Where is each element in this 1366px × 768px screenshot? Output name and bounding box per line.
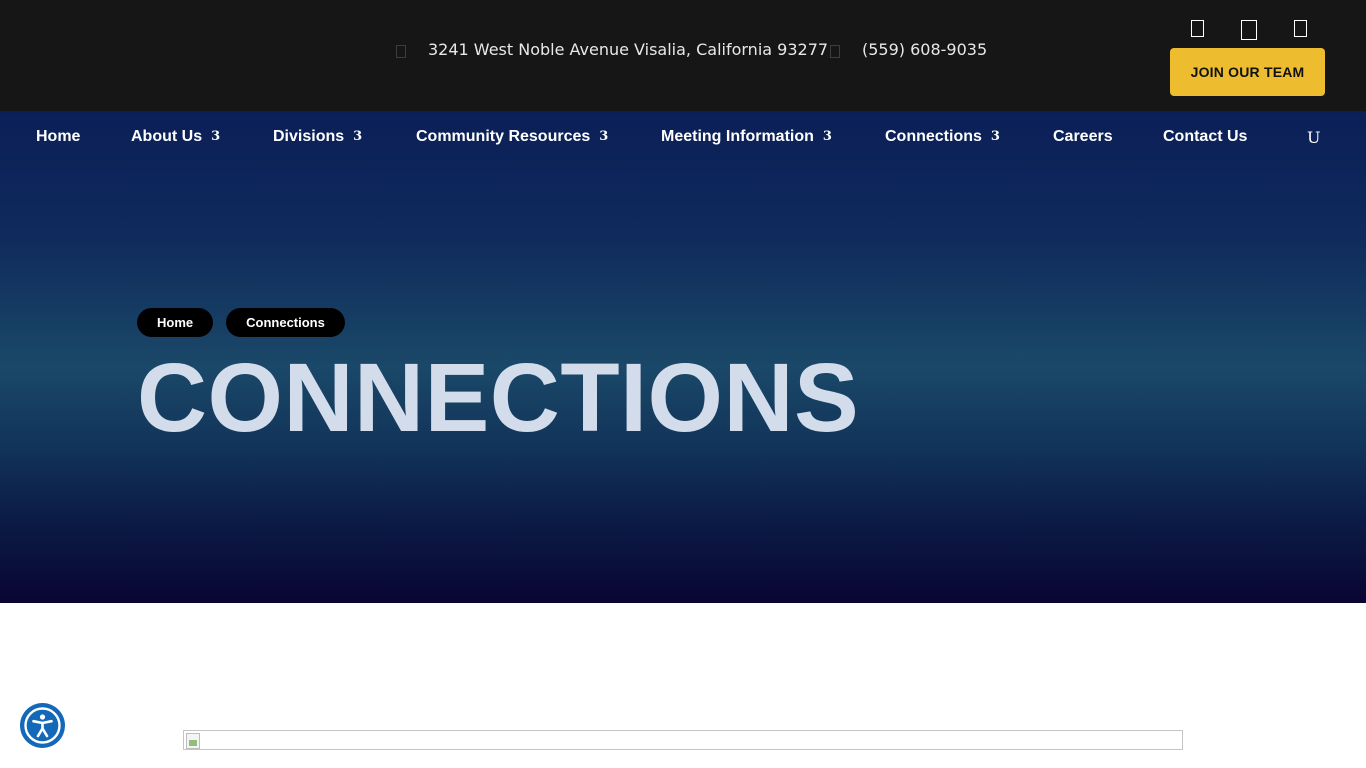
nav-item-meeting-information[interactable]: Meeting Information 3 <box>661 128 832 147</box>
nav-item-label: Connections <box>885 128 982 145</box>
breadcrumb-home[interactable]: Home <box>137 308 214 337</box>
chevron-down-icon: 3 <box>211 129 221 144</box>
nav-item-label: Meeting Information <box>661 128 814 145</box>
main-navigation: Home About Us 3 Divisions 3 Community Reso… <box>0 111 1366 163</box>
phone-text: (559) 608-9035 <box>862 40 988 59</box>
nav-item-label: Contact Us <box>1163 128 1248 145</box>
nav-item-label: Home <box>36 128 81 145</box>
nav-item-home[interactable]: Home <box>36 128 80 146</box>
accessibility-icon <box>24 707 61 744</box>
address-text: 3241 West Noble Avenue Visalia, Californ… <box>428 40 829 59</box>
address-contact[interactable]: 3241 West Noble Avenue Visalia, Californ… <box>396 40 828 60</box>
chevron-down-icon: 3 <box>353 129 363 144</box>
nav-item-label: Divisions <box>273 128 345 145</box>
top-bar: 3241 West Noble Avenue Visalia, Californ… <box>0 0 1366 111</box>
breadcrumb: Home Connections <box>137 308 358 337</box>
nav-item-label: Community Resources <box>416 128 591 145</box>
facebook-icon[interactable] <box>1191 20 1204 37</box>
nav-item-about-us[interactable]: About Us 3 <box>131 128 220 147</box>
chevron-down-icon: 3 <box>990 129 1000 144</box>
breadcrumb-connections[interactable]: Connections <box>226 308 345 337</box>
accessibility-button[interactable] <box>20 703 65 748</box>
nav-item-label: Careers <box>1053 128 1113 145</box>
nav-item-divisions[interactable]: Divisions 3 <box>273 128 362 147</box>
nav-item-careers[interactable]: Careers <box>1053 128 1113 146</box>
chevron-down-icon: 3 <box>599 129 609 144</box>
linkedin-icon[interactable] <box>1294 20 1307 37</box>
nav-item-contact-us[interactable]: Contact Us <box>1163 128 1247 146</box>
chevron-down-icon: 3 <box>822 129 832 144</box>
phone-contact[interactable]: (559) 608-9035 <box>830 40 987 60</box>
page-title: CONNECTIONS <box>137 343 860 452</box>
nav-item-connections[interactable]: Connections 3 <box>885 128 1000 147</box>
map-marker-icon <box>396 44 406 58</box>
search-icon[interactable]: U <box>1307 128 1320 147</box>
join-our-team-button[interactable]: JOIN OUR TEAM <box>1170 48 1325 96</box>
broken-image-icon <box>186 733 200 749</box>
nav-item-label: About Us <box>131 128 203 145</box>
phone-icon <box>830 44 840 58</box>
content-image <box>183 730 1183 750</box>
instagram-icon[interactable] <box>1241 20 1257 40</box>
nav-item-community-resources[interactable]: Community Resources 3 <box>416 128 608 147</box>
